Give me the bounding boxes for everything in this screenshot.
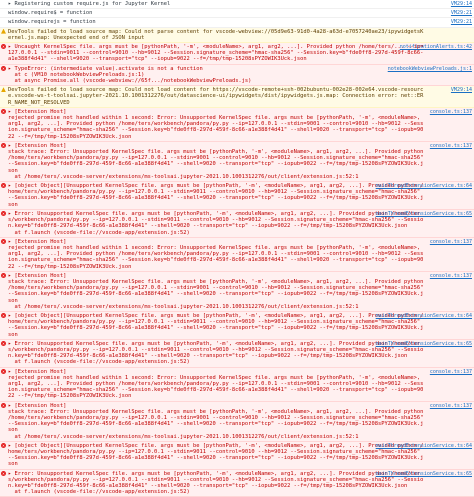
console-entry-error[interactable]: × ▸ [object Object][Unsupported KernelSpe…: [0, 441, 474, 470]
error-icon: ×: [1, 312, 6, 318]
source-link[interactable]: console.ts:137: [430, 143, 472, 149]
console-message: window.require$ = function: [8, 10, 93, 17]
console-message: ▸ [Extension Host] stack trace: Error: U…: [8, 272, 424, 310]
source-link[interactable]: mainThreadExtensionService.ts:64: [376, 183, 472, 189]
error-icon: ×: [1, 183, 6, 189]
console-entry-error[interactable]: × ▸ [object Object][Unsupported KernelSpe…: [0, 311, 474, 340]
console-entry-error[interactable]: × ▸ Error: Unsupported KernelSpec file. a…: [0, 339, 474, 368]
source-link[interactable]: console.ts:137: [430, 273, 472, 279]
source-link[interactable]: console.ts:137: [430, 403, 472, 409]
console-message: ▸ Error: Unsupported KernelSpec file. ar…: [8, 340, 424, 366]
info-icon: [1, 1, 6, 6]
console-entry-error[interactable]: × ▸ [Extension Host] rejected promise not…: [0, 107, 474, 142]
console-entry-info[interactable]: ▸ Registering custom require.js for Jupy…: [0, 0, 474, 10]
source-link[interactable]: VM29:21: [451, 19, 472, 25]
console-message: ▸ Uncaught KernelSpec file. args must be…: [8, 44, 424, 63]
source-link[interactable]: console.ts:137: [430, 109, 472, 115]
source-link[interactable]: mainThreadExtensionService.ts:65: [376, 211, 472, 217]
console-message: ▸ [Extension Host] stack trace: Error: U…: [8, 142, 424, 180]
source-link[interactable]: console.ts:137: [430, 239, 472, 245]
info-icon: [1, 19, 6, 24]
console-entry-error[interactable]: × ▸ [Extension Host] stack trace: Error: …: [0, 401, 474, 442]
console-message: ▸ [Extension Host] rejected promise not …: [8, 108, 424, 140]
source-link[interactable]: console.ts:137: [430, 369, 472, 375]
error-icon: ×: [1, 368, 6, 374]
source-link[interactable]: mainThreadExtensionService.ts:65: [376, 471, 472, 477]
console-entry-error[interactable]: × ▸ [Extension Host] rejected promise not…: [0, 237, 474, 272]
error-icon: ×: [1, 340, 6, 346]
console-message: ▸ [Extension Host] rejected promise not …: [8, 238, 424, 270]
source-link[interactable]: notificationAlerts.ts:42: [400, 44, 472, 50]
source-link[interactable]: notebookWebviewPreloads.js:1: [388, 66, 472, 72]
console-entry-warn[interactable]: DevTools failed to load source map: Coul…: [0, 86, 474, 108]
info-icon: [1, 10, 6, 15]
warning-icon: [1, 87, 6, 93]
source-link[interactable]: VM29:21: [451, 10, 472, 16]
console-entry-error[interactable]: × ▸ [object Object][Unsupported KernelSpe…: [0, 182, 474, 210]
source-link[interactable]: mainThreadExtensionService.ts:64: [376, 443, 472, 449]
error-icon: ×: [1, 108, 6, 114]
console-message: DevTools failed to load source map: Coul…: [8, 87, 424, 106]
source-link[interactable]: mainThreadExtensionService.ts:65: [376, 341, 472, 347]
console-message: ▸ Error: Unsupported KernelSpec file. ar…: [8, 470, 424, 496]
console-message: DevTools failed to load source map: Coul…: [8, 28, 424, 41]
console-message: window.requirejs = function: [8, 19, 96, 26]
console-entry-error[interactable]: × ▸ [Extension Host] stack trace: Error: …: [0, 271, 474, 312]
console-entry-warn[interactable]: DevTools failed to load source map: Coul…: [0, 27, 474, 44]
console-message: ▸ [object Object][Unsupported KernelSpec…: [8, 312, 424, 338]
console-entry-error[interactable]: × ▸ Error: Unsupported KernelSpec file. a…: [0, 469, 474, 497]
error-icon: ×: [1, 142, 6, 148]
console-entry-error[interactable]: × ▸ [Extension Host] stack trace: Error: …: [0, 141, 474, 183]
error-icon: ×: [1, 238, 6, 244]
console-entry-error[interactable]: × ▸ [Extension Host] rejected promise not…: [0, 367, 474, 402]
console-message: ▸ Registering custom require.js for Jupy…: [8, 1, 171, 7]
source-link[interactable]: VM29:14: [451, 87, 472, 93]
console-message: ▸ [object Object][Unsupported KernelSpec…: [8, 442, 424, 468]
devtools-console: ▸ Registering custom require.js for Jupy…: [0, 0, 474, 497]
error-icon: ×: [1, 470, 6, 476]
error-icon: ×: [1, 210, 6, 216]
error-icon: ×: [1, 272, 6, 278]
error-icon: ×: [1, 442, 6, 448]
source-link[interactable]: VM29:14: [451, 1, 472, 7]
console-message: ▸ Error: Unsupported KernelSpec file. ar…: [8, 210, 424, 236]
error-icon: ×: [1, 44, 6, 50]
console-entry-info[interactable]: window.require$ = function VM29:21: [0, 9, 474, 19]
console-entry-error[interactable]: × ▸ Uncaught KernelSpec file. args must b…: [0, 43, 474, 65]
source-link[interactable]: mainThreadExtensionService.ts:64: [376, 313, 472, 319]
console-entry-error[interactable]: × ▸ TypeError: (intermediate value).activ…: [0, 64, 474, 87]
error-icon: ×: [1, 65, 6, 71]
error-icon: ×: [1, 402, 6, 408]
console-message: ▸ [object Object][Unsupported KernelSpec…: [8, 183, 424, 208]
console-message: ▸ [Extension Host] rejected promise not …: [8, 368, 424, 400]
console-entry-info[interactable]: window.requirejs = function VM29:21: [0, 18, 474, 28]
console-message: ▸ TypeError: (intermediate value).activa…: [8, 65, 252, 85]
console-message: ▸ [Extension Host] stack trace: Error: U…: [8, 402, 424, 440]
console-entry-error[interactable]: × ▸ Error: Unsupported KernelSpec file. a…: [0, 209, 474, 238]
warning-icon: [1, 28, 6, 34]
